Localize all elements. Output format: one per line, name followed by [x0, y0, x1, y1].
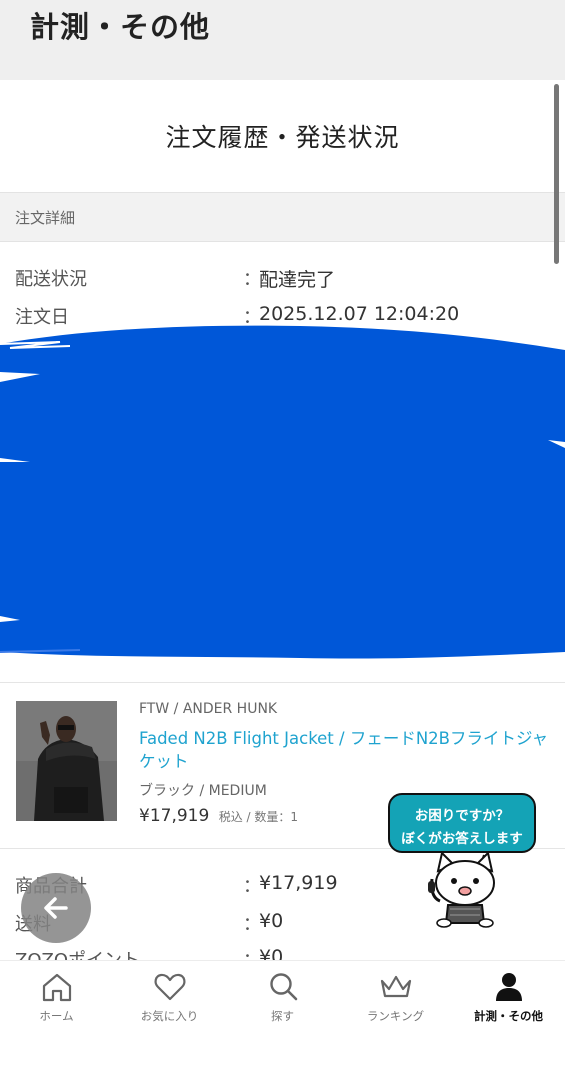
- back-button[interactable]: [21, 873, 91, 943]
- home-icon: [42, 973, 72, 1002]
- chat-helper[interactable]: お困りですか？ ぼくがお答えします: [388, 793, 538, 928]
- product-price-line: ¥17,919 税込 / 数量：1: [139, 806, 298, 826]
- tab-label: 探す: [271, 1009, 294, 1023]
- product-price: ¥17,919: [139, 806, 210, 826]
- scrollbar[interactable]: [554, 84, 559, 264]
- redaction-scribble: [0, 325, 565, 659]
- cat-mascot-icon: [428, 851, 495, 928]
- helper-text-line2: ぼくがお答えします: [401, 831, 523, 847]
- product-variant: ブラック / MEDIUM: [139, 783, 267, 799]
- tab-label: 計測・その他: [474, 1009, 543, 1023]
- header-title: 計測・その他: [30, 10, 211, 44]
- tab-search[interactable]: 探す: [226, 961, 339, 1041]
- tab-measure-other[interactable]: 計測・その他: [452, 961, 565, 1041]
- info-value: 配達完了: [259, 269, 336, 291]
- price-note: 税込 / 数量：1: [218, 810, 299, 824]
- summary-value-points: ¥0: [259, 946, 284, 960]
- search-icon: [270, 973, 298, 1001]
- tab-label: ホーム: [39, 1009, 74, 1023]
- summary-value-subtotal: ¥17,919: [259, 872, 338, 894]
- product-image[interactable]: [16, 701, 117, 821]
- top-header: 計測・その他: [0, 0, 565, 80]
- person-icon: [496, 973, 522, 1001]
- summary-label-points: ZOZOポイント: [15, 946, 140, 960]
- info-label: 配送状況: [15, 269, 87, 290]
- info-row-delivery-status: 配送状況 ： 配達完了: [0, 265, 565, 301]
- tab-home[interactable]: ホーム: [0, 961, 113, 1041]
- helper-text-line1: お困りですか？: [414, 808, 510, 824]
- arrow-left-icon: [44, 897, 68, 919]
- tab-label: お気に入り: [140, 1009, 199, 1023]
- helper-speech-bubble: お困りですか？ ぼくがお答えします: [388, 793, 536, 853]
- crown-icon: [380, 975, 412, 998]
- summary-value-shipping: ¥0: [259, 910, 284, 932]
- product-name-link[interactable]: Faded N2B Flight Jacket / フェードN2Bフライトジャケ…: [139, 727, 554, 773]
- heart-icon: [154, 973, 186, 1001]
- page-title: 注文履歴・発送状況: [165, 123, 400, 152]
- page-heading: 注文履歴・発送状況: [0, 80, 565, 192]
- product-brand: FTW / ANDER HUNK: [139, 701, 278, 717]
- bottom-tab-bar: ホーム お気に入り 探す ランキング 計測・その他: [0, 960, 565, 1081]
- tab-ranking[interactable]: ランキング: [339, 961, 452, 1041]
- tab-favorites[interactable]: お気に入り: [113, 961, 226, 1041]
- section-header-order-detail: 注文詳細: [0, 192, 565, 242]
- tab-label: ランキング: [366, 1009, 425, 1023]
- section-title: 注文詳細: [15, 209, 76, 227]
- product-photo: [16, 701, 117, 821]
